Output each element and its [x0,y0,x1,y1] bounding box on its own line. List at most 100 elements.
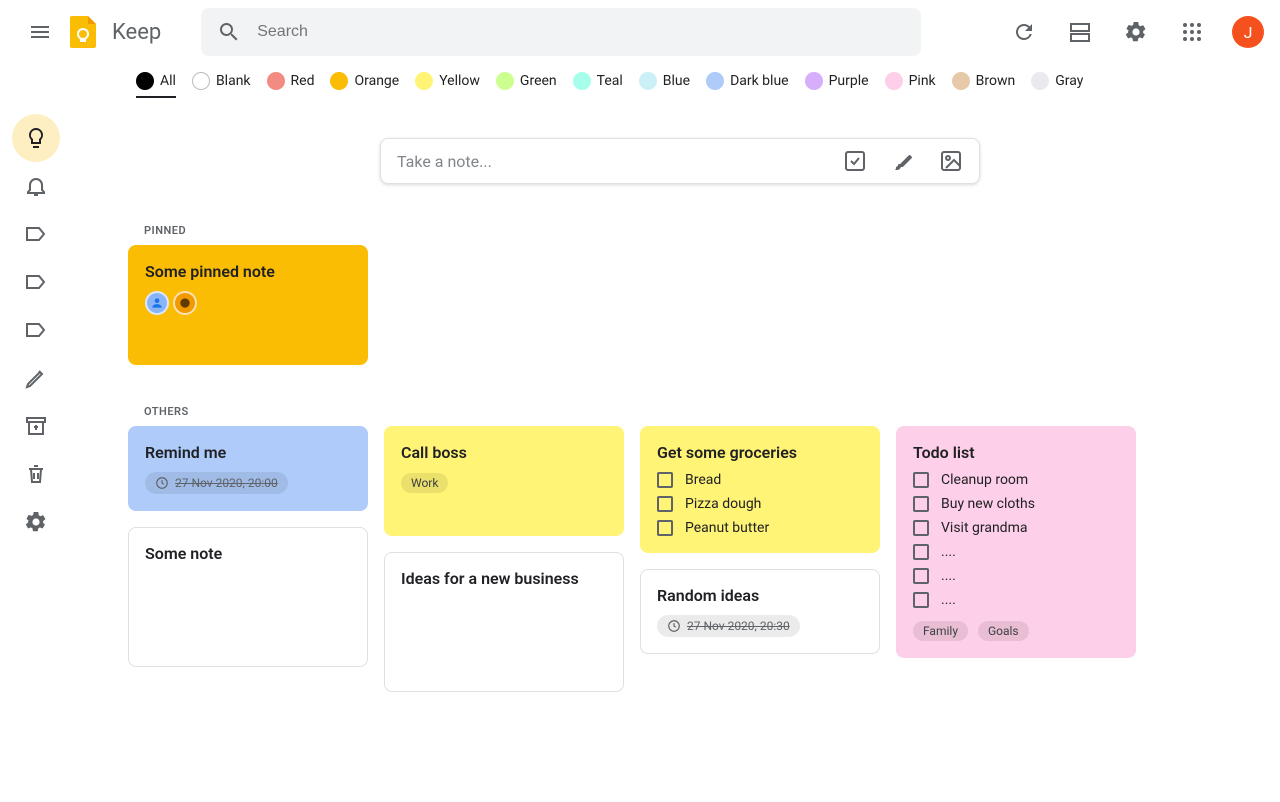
new-drawing-button[interactable] [891,149,915,173]
image-icon [939,149,963,173]
label-icon [24,318,48,342]
color-dot-icon [267,72,285,90]
color-filter-green[interactable]: Green [496,72,557,98]
sidebar-settings[interactable] [12,498,60,546]
checklist-item[interactable]: Pizza dough [657,496,863,512]
note-card[interactable]: Some pinned note [128,245,368,365]
note-label[interactable]: Family [913,621,968,641]
sidebar-label-2[interactable] [12,258,60,306]
note-card[interactable]: Ideas for a new business [384,552,624,692]
menu-icon [28,20,52,44]
search-icon [217,20,241,44]
sidebar-label-3[interactable] [12,306,60,354]
reminder-chip[interactable]: 27 Nov 2020, 20:30 [657,615,800,637]
note-label[interactable]: Goals [978,621,1029,641]
checklist-item[interactable]: Cleanup room [913,472,1119,488]
sidebar-trash[interactable] [12,450,60,498]
note-card[interactable]: Call boss Work [384,426,624,536]
color-dot-icon [1031,72,1049,90]
color-filter-brown[interactable]: Brown [952,72,1016,98]
note-title: Todo list [913,443,1119,462]
checklist-item[interactable]: .... [913,568,1119,584]
checklist-item[interactable]: Buy new cloths [913,496,1119,512]
color-filter-teal[interactable]: Teal [573,72,623,98]
color-filter-label: Green [520,73,557,89]
note-label[interactable]: Work [401,473,448,493]
note-card[interactable]: Get some groceries Bread Pizza dough Pea… [640,426,880,553]
sidebar-reminders[interactable] [12,162,60,210]
apps-grid-icon [1180,20,1204,44]
color-filters: All Blank Red Orange Yellow Green Teal Blue Dark… [0,64,1280,106]
color-filter-all[interactable]: All [136,72,176,98]
checklist-item[interactable]: .... [913,544,1119,560]
new-list-button[interactable] [843,149,867,173]
collaborator-avatar [173,291,197,315]
search-box[interactable] [201,8,921,56]
account-avatar[interactable]: J [1232,16,1264,48]
search-input[interactable] [257,23,905,41]
list-view-icon [1068,20,1092,44]
trash-icon [24,462,48,486]
color-filter-purple[interactable]: Purple [805,72,869,98]
new-image-note-button[interactable] [939,149,963,173]
note-collaborators [145,291,351,315]
note-checklist: Cleanup room Buy new cloths Visit grandm… [913,472,1119,608]
checklist-item[interactable]: Peanut butter [657,520,863,536]
take-note-placeholder: Take a note... [397,152,827,171]
take-note-input[interactable]: Take a note... [380,138,980,184]
color-filter-label: Teal [597,73,623,89]
keep-logo-icon [64,12,104,52]
apps-button[interactable] [1168,8,1216,56]
checkbox-icon [657,472,673,488]
reminder-time: 27 Nov 2020, 20:00 [175,476,278,490]
settings-button[interactable] [1112,8,1160,56]
color-filter-red[interactable]: Red [267,72,315,98]
main-content: Take a note... PINNED Some pinned n [72,106,1280,802]
checklist-item[interactable]: Visit grandma [913,520,1119,536]
note-title: Some pinned note [145,262,351,281]
color-dot-icon [496,72,514,90]
color-filter-yellow[interactable]: Yellow [415,72,480,98]
color-filter-dark-blue[interactable]: Dark blue [706,72,789,98]
refresh-button[interactable] [1000,8,1048,56]
note-card[interactable]: Todo list Cleanup room Buy new cloths Vi… [896,426,1136,658]
checkbox-icon [913,520,929,536]
logo[interactable]: Keep [64,12,161,52]
checkbox-icon [913,496,929,512]
label-icon [24,222,48,246]
reminder-chip[interactable]: 27 Nov 2020, 20:00 [145,472,288,494]
brush-icon [891,149,915,173]
sidebar [0,106,72,802]
sidebar-archive[interactable] [12,402,60,450]
color-dot-icon [136,72,154,90]
color-filter-label: Blank [216,73,251,89]
color-filter-blue[interactable]: Blue [639,72,690,98]
pinned-notes: Some pinned note [128,245,1232,365]
app-name: Keep [112,20,161,45]
color-filter-gray[interactable]: Gray [1031,72,1083,98]
note-card[interactable]: Remind me 27 Nov 2020, 20:00 [128,426,368,511]
color-filter-label: Gray [1055,73,1083,89]
note-title: Remind me [145,443,351,462]
gear-icon [24,510,48,534]
checklist-item[interactable]: Bread [657,472,863,488]
color-dot-icon [805,72,823,90]
bell-icon [24,174,48,198]
note-card[interactable]: Some note [128,527,368,667]
clock-icon [155,476,169,490]
sidebar-label-1[interactable] [12,210,60,258]
checklist-item[interactable]: .... [913,592,1119,608]
color-filter-label: All [160,73,176,89]
color-filter-orange[interactable]: Orange [330,72,399,98]
color-dot-icon [639,72,657,90]
sidebar-edit-labels[interactable] [12,354,60,402]
color-filter-label: Red [291,73,315,89]
sidebar-notes[interactable] [12,114,60,162]
main-menu-button[interactable] [16,8,64,56]
color-filter-pink[interactable]: Pink [885,72,936,98]
note-card[interactable]: Random ideas 27 Nov 2020, 20:30 [640,569,880,654]
note-title: Call boss [401,443,607,462]
color-filter-blank[interactable]: Blank [192,72,251,98]
list-view-button[interactable] [1056,8,1104,56]
color-filter-label: Dark blue [730,73,789,89]
